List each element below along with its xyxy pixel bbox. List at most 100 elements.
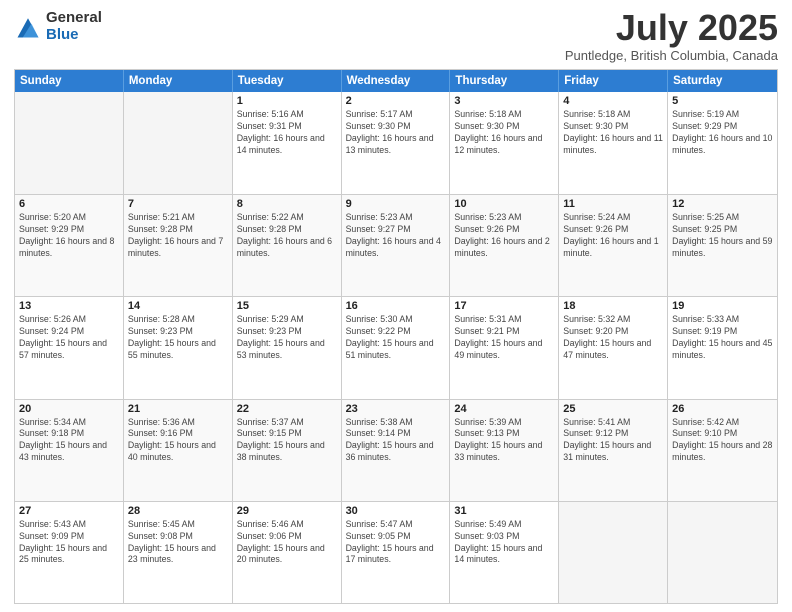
day-number: 8	[237, 198, 337, 210]
day-cell-31: 31Sunrise: 5:49 AMSunset: 9:03 PMDayligh…	[450, 502, 559, 603]
title-section: July 2025 Puntledge, British Columbia, C…	[565, 10, 778, 63]
day-of-week-wednesday: Wednesday	[342, 70, 451, 92]
day-cell-19: 19 Sunrise: 5:33 AMSunset: 9:19 PMDayligh…	[668, 297, 777, 398]
day-info: Sunrise: 5:33 AMSunset: 9:19 PMDaylight:…	[672, 314, 773, 362]
day-cell-6: 6Sunrise: 5:20 AMSunset: 9:29 PMDaylight…	[15, 195, 124, 296]
day-cell-2: 2 Sunrise: 5:17 AMSunset: 9:30 PMDaylight…	[342, 92, 451, 194]
day-of-week-friday: Friday	[559, 70, 668, 92]
day-cell-26: 26Sunrise: 5:42 AMSunset: 9:10 PMDayligh…	[668, 400, 777, 501]
day-number: 19	[672, 300, 773, 312]
day-number: 31	[454, 505, 554, 517]
day-number: 3	[454, 95, 554, 107]
day-cell-29: 29 Sunrise: 5:46 AMSunset: 9:06 PMDayligh…	[233, 502, 342, 603]
empty-cell	[124, 92, 233, 194]
week-row-4: 20Sunrise: 5:34 AMSunset: 9:18 PMDayligh…	[15, 399, 777, 501]
day-cell-3: 3 Sunrise: 5:18 AMSunset: 9:30 PMDaylight…	[450, 92, 559, 194]
day-number: 9	[346, 198, 446, 210]
day-number: 14	[128, 300, 228, 312]
day-cell-16: 16 Sunrise: 5:30 AMSunset: 9:22 PMDayligh…	[342, 297, 451, 398]
calendar: SundayMondayTuesdayWednesdayThursdayFrid…	[14, 69, 778, 604]
day-of-week-thursday: Thursday	[450, 70, 559, 92]
day-info: Sunrise: 5:43 AMSunset: 9:09 PMDaylight:…	[19, 519, 119, 567]
week-row-3: 13Sunrise: 5:26 AMSunset: 9:24 PMDayligh…	[15, 296, 777, 398]
day-info: Sunrise: 5:29 AMSunset: 9:23 PMDaylight:…	[237, 314, 337, 362]
day-info: Sunrise: 5:45 AMSunset: 9:08 PMDaylight:…	[128, 519, 228, 567]
day-cell-17: 17 Sunrise: 5:31 AMSunset: 9:21 PMDayligh…	[450, 297, 559, 398]
day-cell-10: 10 Sunrise: 5:23 AMSunset: 9:26 PMDayligh…	[450, 195, 559, 296]
logo-blue-text: Blue	[46, 27, 102, 44]
week-row-1: 1Sunrise: 5:16 AMSunset: 9:31 PMDaylight…	[15, 92, 777, 194]
day-cell-5: 5 Sunrise: 5:19 AMSunset: 9:29 PMDaylight…	[668, 92, 777, 194]
day-cell-14: 14Sunrise: 5:28 AMSunset: 9:23 PMDayligh…	[124, 297, 233, 398]
day-number: 25	[563, 403, 663, 415]
day-cell-27: 27 Sunrise: 5:43 AMSunset: 9:09 PMDayligh…	[15, 502, 124, 603]
day-number: 20	[19, 403, 119, 415]
location: Puntledge, British Columbia, Canada	[565, 48, 778, 63]
day-number: 2	[346, 95, 446, 107]
day-cell-25: 25Sunrise: 5:41 AMSunset: 9:12 PMDayligh…	[559, 400, 668, 501]
day-number: 6	[19, 198, 119, 210]
day-number: 23	[346, 403, 446, 415]
day-info: Sunrise: 5:38 AMSunset: 9:14 PMDaylight:…	[346, 417, 446, 465]
day-number: 11	[563, 198, 663, 210]
day-info: Sunrise: 5:21 AMSunset: 9:28 PMDaylight:…	[128, 212, 228, 260]
logo: General Blue	[14, 10, 102, 43]
header: General Blue July 2025 Puntledge, Britis…	[14, 10, 778, 63]
day-number: 12	[672, 198, 773, 210]
day-cell-23: 23 Sunrise: 5:38 AMSunset: 9:14 PMDayligh…	[342, 400, 451, 501]
day-info: Sunrise: 5:18 AMSunset: 9:30 PMDaylight:…	[454, 109, 554, 157]
day-cell-22: 22Sunrise: 5:37 AMSunset: 9:15 PMDayligh…	[233, 400, 342, 501]
day-of-week-saturday: Saturday	[668, 70, 777, 92]
day-cell-1: 1Sunrise: 5:16 AMSunset: 9:31 PMDaylight…	[233, 92, 342, 194]
empty-cell	[559, 502, 668, 603]
day-info: Sunrise: 5:30 AMSunset: 9:22 PMDaylight:…	[346, 314, 446, 362]
day-cell-7: 7 Sunrise: 5:21 AMSunset: 9:28 PMDaylight…	[124, 195, 233, 296]
logo-text: General Blue	[46, 10, 102, 43]
day-info: Sunrise: 5:16 AMSunset: 9:31 PMDaylight:…	[237, 109, 337, 157]
logo-icon	[14, 13, 42, 41]
day-info: Sunrise: 5:25 AMSunset: 9:25 PMDaylight:…	[672, 212, 773, 260]
calendar-body: 1Sunrise: 5:16 AMSunset: 9:31 PMDaylight…	[15, 92, 777, 603]
day-number: 18	[563, 300, 663, 312]
day-info: Sunrise: 5:42 AMSunset: 9:10 PMDaylight:…	[672, 417, 773, 465]
day-info: Sunrise: 5:17 AMSunset: 9:30 PMDaylight:…	[346, 109, 446, 157]
day-number: 28	[128, 505, 228, 517]
day-of-week-monday: Monday	[124, 70, 233, 92]
calendar-header: SundayMondayTuesdayWednesdayThursdayFrid…	[15, 70, 777, 92]
day-info: Sunrise: 5:46 AMSunset: 9:06 PMDaylight:…	[237, 519, 337, 567]
day-info: Sunrise: 5:32 AMSunset: 9:20 PMDaylight:…	[563, 314, 663, 362]
day-cell-28: 28 Sunrise: 5:45 AMSunset: 9:08 PMDayligh…	[124, 502, 233, 603]
day-number: 17	[454, 300, 554, 312]
day-number: 16	[346, 300, 446, 312]
logo-general-text: General	[46, 10, 102, 27]
day-info: Sunrise: 5:19 AMSunset: 9:29 PMDaylight:…	[672, 109, 773, 157]
day-cell-24: 24Sunrise: 5:39 AMSunset: 9:13 PMDayligh…	[450, 400, 559, 501]
day-info: Sunrise: 5:37 AMSunset: 9:15 PMDaylight:…	[237, 417, 337, 465]
day-info: Sunrise: 5:23 AMSunset: 9:26 PMDaylight:…	[454, 212, 554, 260]
day-cell-11: 11 Sunrise: 5:24 AMSunset: 9:26 PMDayligh…	[559, 195, 668, 296]
day-number: 5	[672, 95, 773, 107]
day-of-week-tuesday: Tuesday	[233, 70, 342, 92]
page: General Blue July 2025 Puntledge, Britis…	[0, 0, 792, 612]
week-row-2: 6Sunrise: 5:20 AMSunset: 9:29 PMDaylight…	[15, 194, 777, 296]
day-number: 4	[563, 95, 663, 107]
day-number: 7	[128, 198, 228, 210]
empty-cell	[15, 92, 124, 194]
empty-cell	[668, 502, 777, 603]
day-cell-4: 4 Sunrise: 5:18 AMSunset: 9:30 PMDaylight…	[559, 92, 668, 194]
day-info: Sunrise: 5:24 AMSunset: 9:26 PMDaylight:…	[563, 212, 663, 260]
day-cell-30: 30Sunrise: 5:47 AMSunset: 9:05 PMDayligh…	[342, 502, 451, 603]
day-number: 27	[19, 505, 119, 517]
day-info: Sunrise: 5:26 AMSunset: 9:24 PMDaylight:…	[19, 314, 119, 362]
day-info: Sunrise: 5:31 AMSunset: 9:21 PMDaylight:…	[454, 314, 554, 362]
day-number: 29	[237, 505, 337, 517]
day-number: 10	[454, 198, 554, 210]
day-info: Sunrise: 5:47 AMSunset: 9:05 PMDaylight:…	[346, 519, 446, 567]
day-info: Sunrise: 5:39 AMSunset: 9:13 PMDaylight:…	[454, 417, 554, 465]
day-info: Sunrise: 5:22 AMSunset: 9:28 PMDaylight:…	[237, 212, 337, 260]
day-info: Sunrise: 5:36 AMSunset: 9:16 PMDaylight:…	[128, 417, 228, 465]
day-info: Sunrise: 5:18 AMSunset: 9:30 PMDaylight:…	[563, 109, 663, 157]
day-cell-20: 20Sunrise: 5:34 AMSunset: 9:18 PMDayligh…	[15, 400, 124, 501]
day-info: Sunrise: 5:23 AMSunset: 9:27 PMDaylight:…	[346, 212, 446, 260]
day-cell-15: 15Sunrise: 5:29 AMSunset: 9:23 PMDayligh…	[233, 297, 342, 398]
